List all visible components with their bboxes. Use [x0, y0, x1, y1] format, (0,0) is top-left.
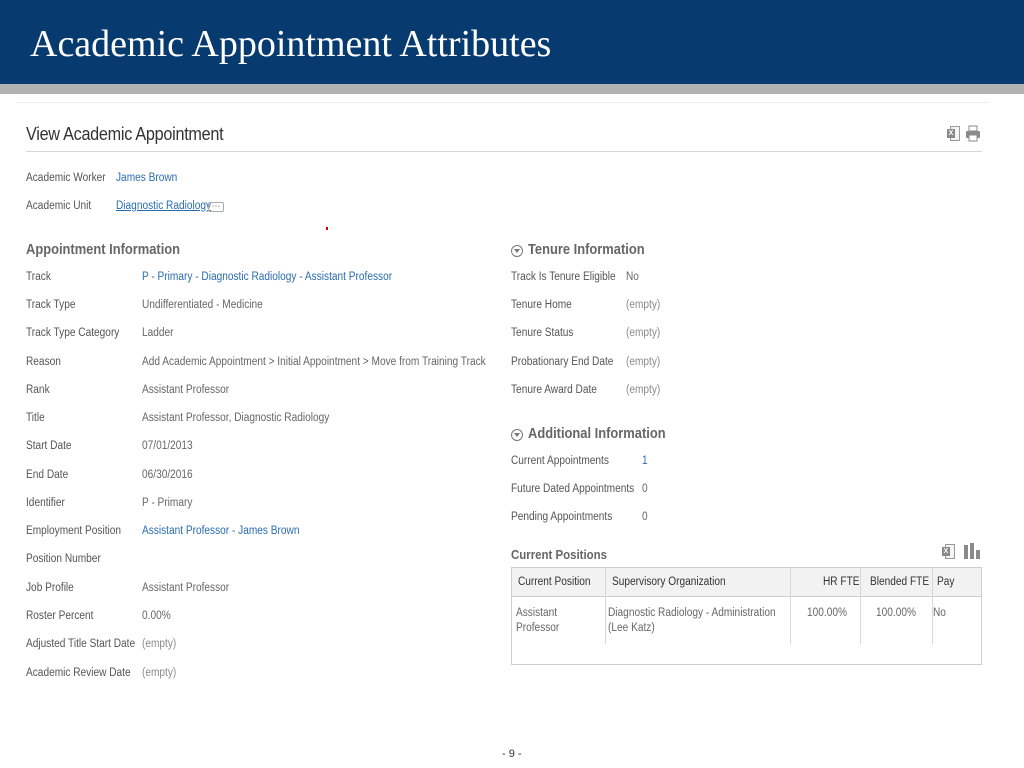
employment-position-label: Employment Position	[26, 525, 122, 537]
track-type-label: Track Type	[26, 299, 76, 311]
start-date-value: 07/01/2013	[142, 440, 193, 452]
track-label: Track	[26, 271, 51, 283]
tenure-status-label: Tenure Status	[511, 327, 574, 339]
current-positions-grid: Current Position Supervisory Organizatio…	[511, 567, 982, 665]
appointment-info-title: Appointment Information	[26, 241, 181, 258]
track-type-value: Undifferentiated - Medicine	[142, 299, 263, 311]
slide-title: Academic Appointment Attributes	[30, 23, 552, 65]
academic-unit-link[interactable]: Diagnostic Radiology	[116, 200, 211, 212]
tenure-home-label: Tenure Home	[511, 299, 572, 311]
future-dated-appointments-value: 0	[642, 483, 648, 495]
position-link-line2[interactable]: Professor	[516, 621, 559, 636]
col-hr-fte[interactable]: HR FTE	[823, 576, 860, 588]
view-title: View Academic Appointment	[26, 124, 224, 144]
position-number-label: Position Number	[26, 553, 101, 565]
future-dated-appointments-label: Future Dated Appointments	[511, 483, 635, 495]
print-icon[interactable]	[965, 125, 981, 142]
screenshot-frame-line	[16, 102, 990, 103]
tenure-eligible-value: No	[626, 271, 639, 283]
hr-fte-value: 100.00%	[807, 607, 847, 619]
pending-appointments-label: Pending Appointments	[511, 511, 613, 523]
roster-percent-label: Roster Percent	[26, 610, 94, 622]
track-type-category-value: Ladder	[142, 327, 174, 339]
positions-excel-icon[interactable]: X	[942, 544, 955, 559]
rank-label: Rank	[26, 384, 50, 396]
tenure-award-date-label: Tenure Award Date	[511, 384, 597, 396]
employment-position-link[interactable]: Assistant Professor - James Brown	[142, 525, 299, 537]
start-date-label: Start Date	[26, 440, 72, 452]
end-date-label: End Date	[26, 469, 69, 481]
slide-banner: Academic Appointment Attributes	[0, 0, 1024, 84]
current-appointments-label: Current Appointments	[511, 455, 609, 467]
academic-unit-label: Academic Unit	[26, 200, 92, 212]
additional-collapse-icon[interactable]	[511, 429, 523, 441]
related-actions-icon[interactable]: ⋯	[208, 202, 224, 212]
academic-review-date-value: (empty)	[142, 667, 177, 679]
reason-label: Reason	[26, 356, 61, 368]
adjusted-title-start-date-value: (empty)	[142, 638, 177, 650]
tenure-info-title[interactable]: Tenure Information	[528, 241, 645, 258]
tenure-status-value: (empty)	[626, 327, 661, 339]
rank-value: Assistant Professor	[142, 384, 230, 396]
pay-value: No	[933, 607, 946, 619]
chart-view-icon[interactable]	[963, 543, 982, 559]
supervisory-org-link-line1[interactable]: Diagnostic Radiology - Administration	[608, 606, 776, 621]
job-profile-value: Assistant Professor	[142, 582, 230, 594]
probationary-end-date-value: (empty)	[626, 356, 661, 368]
col-current-position[interactable]: Current Position	[518, 576, 591, 588]
supervisory-org-link-line2[interactable]: (Lee Katz)	[608, 621, 655, 636]
roster-percent-value: 0.00%	[142, 610, 171, 622]
job-profile-label: Job Profile	[26, 582, 74, 594]
title-value: Assistant Professor, Diagnostic Radiolog…	[142, 412, 330, 424]
blended-fte-value: 100.00%	[876, 607, 916, 619]
col-supervisory-organization[interactable]: Supervisory Organization	[612, 576, 726, 588]
academic-worker-link[interactable]: James Brown	[116, 172, 177, 184]
academic-review-date-label: Academic Review Date	[26, 667, 131, 679]
banner-divider	[0, 84, 1024, 94]
pending-appointments-value: 0	[642, 511, 648, 523]
tenure-eligible-label: Track Is Tenure Eligible	[511, 271, 616, 283]
current-positions-title: Current Positions	[511, 547, 607, 562]
view-title-rule	[26, 151, 982, 152]
adjusted-title-start-date-label: Adjusted Title Start Date	[26, 638, 136, 650]
tenure-home-value: (empty)	[626, 299, 661, 311]
additional-info-title[interactable]: Additional Information	[528, 425, 666, 442]
title-label: Title	[26, 412, 45, 424]
position-link-line1[interactable]: Assistant	[516, 606, 557, 621]
tenure-award-date-value: (empty)	[626, 384, 661, 396]
reason-value: Add Academic Appointment > Initial Appoi…	[142, 356, 486, 368]
excel-export-icon[interactable]: X	[947, 126, 960, 141]
col-blended-fte[interactable]: Blended FTE	[870, 576, 929, 588]
end-date-value: 06/30/2016	[142, 469, 193, 481]
current-appointments-link[interactable]: 1	[642, 455, 648, 467]
page-number: - 9 -	[502, 748, 522, 760]
academic-worker-label: Academic Worker	[26, 172, 106, 184]
cursor-mark	[326, 227, 328, 230]
tenure-collapse-icon[interactable]	[511, 245, 523, 257]
track-link[interactable]: P - Primary - Diagnostic Radiology - Ass…	[142, 271, 392, 283]
col-pay[interactable]: Pay	[937, 576, 954, 588]
identifier-value: P - Primary	[142, 497, 193, 509]
identifier-label: Identifier	[26, 497, 65, 509]
probationary-end-date-label: Probationary End Date	[511, 356, 614, 368]
track-type-category-label: Track Type Category	[26, 327, 120, 339]
